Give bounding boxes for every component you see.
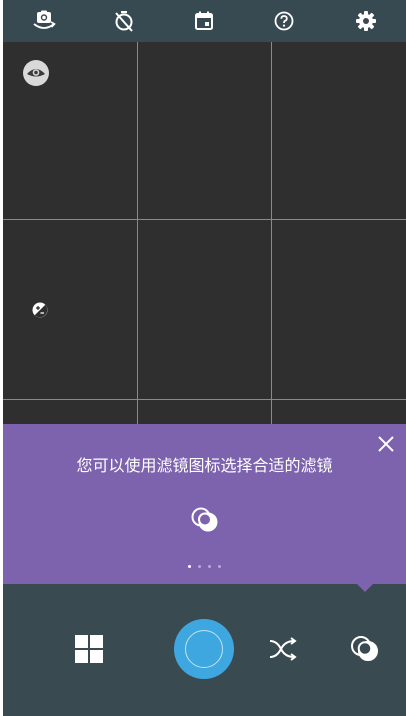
page-dot bbox=[218, 565, 221, 568]
camera-screen: 您可以使用滤镜图标选择合适的滤镜 bbox=[0, 0, 406, 716]
eye-icon[interactable] bbox=[23, 60, 49, 86]
page-dot bbox=[198, 565, 201, 568]
timer-off-icon[interactable] bbox=[111, 8, 137, 34]
shutter-button[interactable] bbox=[174, 619, 234, 679]
tip-pointer bbox=[357, 584, 373, 592]
close-icon[interactable] bbox=[376, 434, 396, 454]
filter-icon bbox=[190, 506, 220, 534]
top-toolbar bbox=[3, 0, 406, 42]
gallery-grid-icon[interactable] bbox=[75, 635, 103, 663]
filter-icon[interactable] bbox=[349, 634, 379, 664]
camera-viewfinder[interactable] bbox=[3, 42, 406, 424]
grid-line bbox=[271, 42, 272, 424]
shutter-ring bbox=[185, 630, 223, 668]
tip-text: 您可以使用滤镜图标选择合适的滤镜 bbox=[76, 456, 333, 475]
bottom-toolbar bbox=[3, 584, 406, 716]
grid-line bbox=[137, 42, 138, 424]
grid-line bbox=[3, 399, 406, 400]
page-dot-active bbox=[188, 565, 191, 568]
shuffle-icon[interactable] bbox=[268, 635, 298, 663]
exposure-icon[interactable] bbox=[31, 301, 49, 319]
grid-line bbox=[3, 219, 406, 220]
calendar-icon[interactable] bbox=[191, 8, 217, 34]
page-dot bbox=[208, 565, 211, 568]
switch-camera-icon[interactable] bbox=[31, 8, 57, 34]
filter-tip-panel: 您可以使用滤镜图标选择合适的滤镜 bbox=[3, 424, 406, 584]
settings-icon[interactable] bbox=[353, 8, 379, 34]
help-icon[interactable] bbox=[271, 8, 297, 34]
